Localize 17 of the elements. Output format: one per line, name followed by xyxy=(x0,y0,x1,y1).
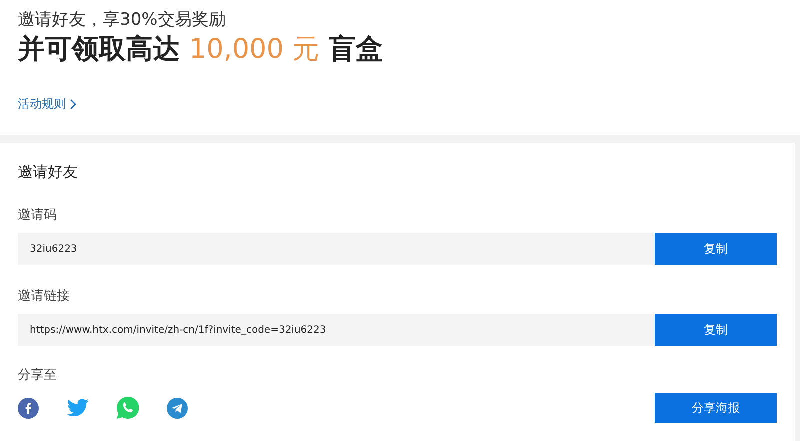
rules-link[interactable]: 活动规则 xyxy=(18,96,77,113)
share-label: 分享至 xyxy=(18,367,58,384)
promo-headline: 并可领取高达 10,000 元 盲盒 xyxy=(18,33,384,67)
card-title: 邀请好友 xyxy=(18,163,79,182)
copy-button[interactable]: 复制 xyxy=(655,314,777,346)
phone-bubble-icon[interactable] xyxy=(117,397,139,419)
input-field[interactable]: https://www.htx.com/invite/zh-cn/1f?invite_code=32iu6223 xyxy=(18,314,655,346)
field-label: 邀请链接 xyxy=(18,288,71,305)
chevron-right-icon xyxy=(70,99,77,110)
facebook-icon[interactable] xyxy=(18,398,39,418)
paper-plane-icon[interactable] xyxy=(167,398,188,418)
share-poster-button[interactable]: 分享海报 xyxy=(655,393,777,423)
promo-subtitle: 邀请好友，享30%交易奖励 xyxy=(18,9,227,32)
input-field[interactable]: 32iu6223 xyxy=(18,233,655,265)
field-label: 邀请码 xyxy=(18,207,58,224)
copy-button[interactable]: 复制 xyxy=(655,233,777,265)
bird-icon[interactable] xyxy=(67,399,89,417)
